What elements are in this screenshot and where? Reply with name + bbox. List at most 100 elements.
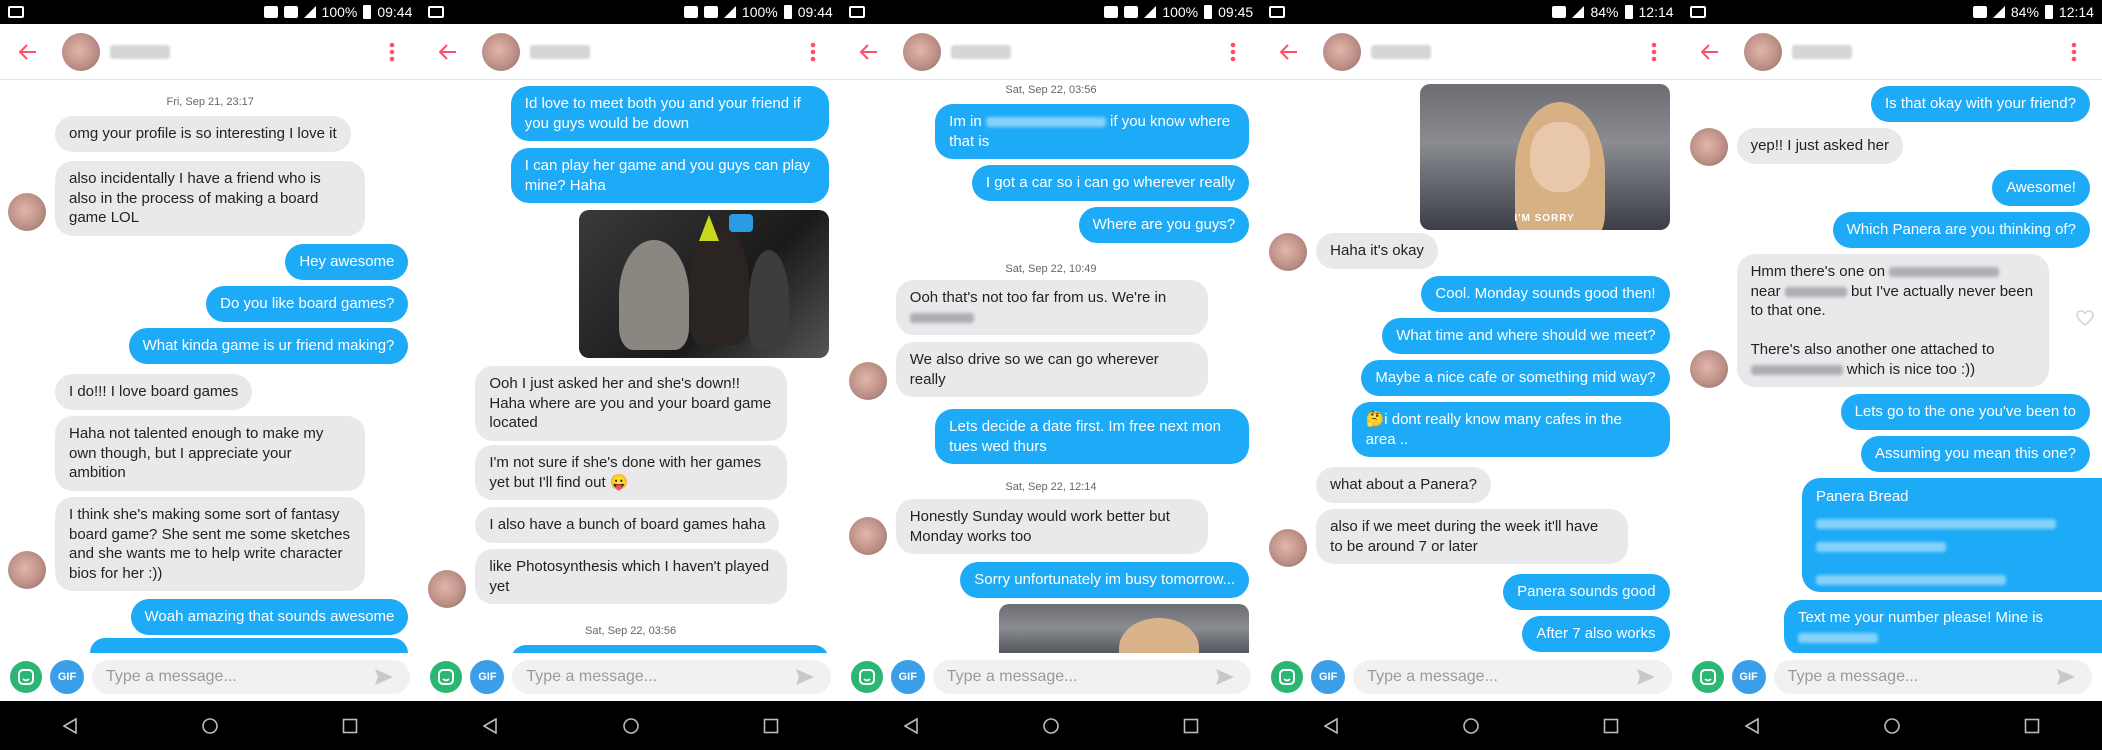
message-list[interactable]: Fri, Sep 21, 23:17 omg your profile is s… (0, 80, 420, 653)
nav-recents-icon[interactable] (753, 708, 789, 744)
status-bar: 84% 12:14 (1261, 0, 1682, 24)
outgoing-message: Which Panera are you thinking of? (1832, 212, 2090, 248)
dnd-icon (1104, 6, 1119, 18)
nav-recents-icon[interactable] (1593, 708, 1629, 744)
outgoing-message: What kinda game is ur friend making? (128, 328, 409, 364)
chat-screen-4: 84% 12:14 I'M SORRY Haha it's okay Cool.… (1261, 0, 1682, 750)
gif-button[interactable]: GIF (470, 660, 505, 694)
nav-home-icon[interactable] (1033, 708, 1069, 744)
gif-image-party[interactable] (578, 210, 829, 358)
message-list[interactable]: I'M SORRY Haha it's okay Cool. Monday so… (1261, 80, 1681, 653)
message-list[interactable]: Is that okay with your friend? yep!! I j… (1682, 80, 2102, 653)
back-arrow-icon[interactable] (1277, 40, 1301, 64)
send-icon[interactable] (373, 664, 397, 690)
signal-icon (1992, 6, 2005, 18)
incoming-message: Ooh I just asked her and she's down!! Ha… (475, 366, 788, 441)
gif-button[interactable]: GIF (1731, 660, 1766, 694)
send-icon[interactable] (2054, 664, 2078, 690)
incoming-message: I also have a bunch of board games haha (475, 507, 780, 543)
outgoing-message-partial (90, 638, 409, 653)
back-arrow-icon[interactable] (1698, 40, 1722, 64)
match-name-redacted (1791, 44, 1852, 59)
match-mini-avatar[interactable] (428, 570, 467, 608)
clock: 12:14 (1638, 4, 1674, 20)
outgoing-message: Sorry unfortunately im busy tomorrow... (960, 562, 1250, 598)
message-input[interactable] (1787, 668, 2055, 686)
sticker-icon[interactable] (1691, 661, 1724, 693)
sticker-icon[interactable] (10, 661, 42, 693)
match-avatar[interactable] (1323, 32, 1362, 71)
nav-recents-icon[interactable] (332, 708, 368, 744)
gif-button[interactable]: GIF (890, 660, 925, 694)
match-name-redacted (110, 44, 170, 59)
sticker-icon[interactable] (1271, 661, 1304, 693)
nav-home-icon[interactable] (192, 708, 228, 744)
message-text: which is nice too :)) (1846, 360, 1976, 378)
timestamp: Fri, Sep 21, 23:17 (166, 96, 254, 108)
more-options-icon[interactable] (801, 40, 825, 64)
link-preview-card[interactable]: Panera Bread (1801, 478, 2102, 592)
nav-home-icon[interactable] (1453, 708, 1489, 744)
message-text: Text me your number please! Mine is (1797, 609, 2044, 626)
match-mini-avatar[interactable] (848, 362, 887, 400)
match-avatar[interactable] (62, 32, 100, 71)
more-options-icon[interactable] (1642, 40, 1666, 64)
match-mini-avatar[interactable] (8, 193, 46, 231)
message-composer: GIF (1681, 653, 2102, 701)
gif-image-preview[interactable] (999, 604, 1250, 653)
nav-home-icon[interactable] (613, 708, 649, 744)
more-options-icon[interactable] (2062, 40, 2086, 64)
timestamp: Sat, Sep 22, 10:49 (1005, 263, 1097, 275)
match-mini-avatar[interactable] (8, 551, 46, 589)
nav-back-icon[interactable] (893, 708, 929, 744)
message-list[interactable]: Sat, Sep 22, 03:56 Im in if you know whe… (841, 80, 1261, 653)
message-input-wrapper (512, 660, 831, 694)
match-mini-avatar[interactable] (848, 517, 887, 555)
match-mini-avatar[interactable] (1269, 233, 1308, 271)
match-avatar[interactable] (482, 32, 521, 71)
match-name-redacted (1371, 44, 1432, 59)
message-input-wrapper (92, 660, 411, 694)
nav-back-icon[interactable] (1734, 708, 1770, 744)
match-avatar[interactable] (902, 32, 941, 71)
chat-header (420, 24, 841, 80)
outgoing-message: Cool. Monday sounds good then! (1421, 276, 1670, 312)
more-options-icon[interactable] (380, 40, 404, 64)
message-list[interactable]: Id love to meet both you and your friend… (420, 80, 840, 653)
message-input[interactable] (526, 668, 793, 686)
wifi-icon (283, 6, 298, 18)
nav-home-icon[interactable] (1874, 708, 1910, 744)
match-mini-avatar[interactable] (1269, 529, 1308, 567)
link-title: Panera Bread (1815, 488, 1909, 505)
like-heart-icon[interactable] (2076, 310, 2094, 326)
nav-back-icon[interactable] (1313, 708, 1349, 744)
nav-recents-icon[interactable] (1173, 708, 1209, 744)
back-arrow-icon[interactable] (857, 40, 881, 64)
match-avatar[interactable] (1743, 32, 1782, 71)
send-icon[interactable] (1634, 664, 1658, 690)
match-mini-avatar[interactable] (1689, 128, 1728, 166)
sticker-icon[interactable] (430, 661, 463, 693)
send-icon[interactable] (1213, 664, 1237, 690)
send-icon[interactable] (793, 664, 817, 690)
gif-button[interactable]: GIF (50, 660, 84, 694)
message-input[interactable] (946, 668, 1214, 686)
nav-back-icon[interactable] (472, 708, 508, 744)
signal-icon (303, 6, 316, 18)
message-input[interactable] (1367, 668, 1634, 686)
gif-image-im-sorry[interactable]: I'M SORRY (1419, 84, 1670, 230)
redacted-location (1784, 286, 1847, 297)
clock: 09:44 (797, 4, 833, 20)
incoming-message: Haha it's okay (1316, 233, 1438, 269)
sticker-icon[interactable] (850, 661, 883, 693)
nav-back-icon[interactable] (52, 708, 88, 744)
back-arrow-icon[interactable] (436, 40, 460, 64)
back-arrow-icon[interactable] (16, 40, 40, 64)
match-mini-avatar[interactable] (1689, 350, 1728, 388)
more-options-icon[interactable] (1221, 40, 1245, 64)
outgoing-message: Panera sounds good (1503, 574, 1670, 610)
nav-recents-icon[interactable] (2014, 708, 2050, 744)
message-input[interactable] (106, 668, 373, 686)
signal-icon (723, 6, 736, 18)
gif-button[interactable]: GIF (1311, 660, 1346, 694)
